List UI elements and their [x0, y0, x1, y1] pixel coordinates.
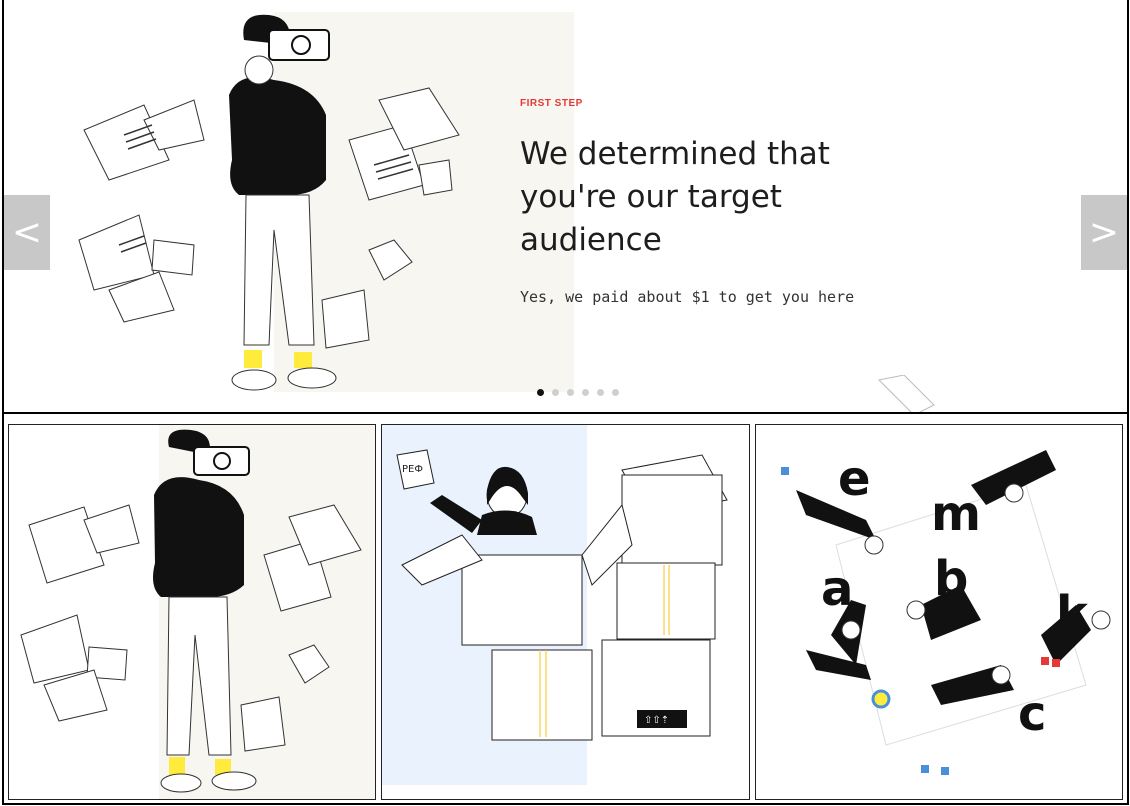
slide-dot[interactable] — [612, 389, 619, 396]
decorative-box — [877, 375, 935, 412]
slide-dot[interactable] — [567, 389, 574, 396]
letter-glyph: e — [838, 451, 871, 507]
letter-glyph: b — [934, 551, 968, 607]
letter-glyph: c — [1018, 686, 1046, 742]
thumbnail-boxes[interactable]: ⇧⇧⇡ PEФ — [381, 424, 750, 800]
slide-caption: FIRST STEP We determined that you're our… — [520, 98, 940, 306]
slide-eyebrow: FIRST STEP — [520, 98, 583, 109]
photographer-illustration — [78, 12, 574, 392]
boxes-thumbnail-illustration: ⇧⇧⇡ PEФ — [382, 425, 729, 785]
letter-glyph: m — [931, 486, 981, 542]
slide-subline: Yes, we paid about $1 to get you here — [520, 288, 855, 306]
slide-headline: We determined that you're our target aud… — [520, 136, 830, 258]
thumbnail-photographer[interactable] — [8, 424, 377, 800]
letters-thumbnail-illustration: e m a b k c — [780, 450, 1111, 775]
svg-text:⇧⇧⇡: ⇧⇧⇡ — [644, 715, 669, 726]
slide-dot[interactable] — [582, 389, 589, 396]
photographer-thumbnail-illustration — [20, 425, 376, 799]
slide-dot[interactable] — [552, 389, 559, 396]
book-label: PEФ — [402, 464, 423, 475]
slide-dot[interactable] — [537, 389, 544, 396]
thumbnail-strip: ⇧⇧⇡ PEФ e m a b k c — [2, 412, 1129, 805]
hero-slider: FIRST STEP We determined that you're our… — [2, 0, 1129, 412]
next-slide-button[interactable]: > — [1081, 195, 1127, 270]
slide-dots — [537, 389, 619, 396]
prev-slide-button[interactable]: < — [4, 195, 50, 270]
thumbnail-letters[interactable]: e m a b k c — [754, 424, 1123, 800]
letter-glyph: a — [821, 561, 853, 617]
letter-glyph: k — [1056, 586, 1089, 642]
slide-dot[interactable] — [597, 389, 604, 396]
